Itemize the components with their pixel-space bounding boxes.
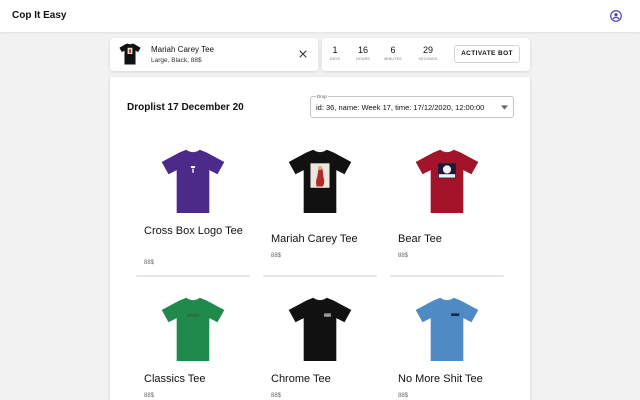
selected-item-card: Mariah Carey Tee Large, Black, 88$ xyxy=(110,38,318,71)
tshirt-image xyxy=(288,297,352,361)
app-title: Cop It Easy xyxy=(12,10,67,21)
account-circle-icon[interactable] xyxy=(610,10,622,22)
product-price: 88$ xyxy=(144,260,155,266)
product-price: 88$ xyxy=(144,393,155,399)
product-price: 88$ xyxy=(398,393,409,399)
product-price: 88$ xyxy=(398,253,409,259)
product-name: Bear Tee xyxy=(398,233,442,245)
droplist-title: Droplist 17 December 20 xyxy=(127,102,244,113)
countdown-label: Minutes xyxy=(384,57,402,61)
product-name: Mariah Carey Tee xyxy=(271,233,358,245)
countdown-label: Days xyxy=(329,57,341,61)
countdown-value: 29 xyxy=(422,45,433,55)
countdown-seconds: 29 Seconds xyxy=(416,45,440,61)
product-price: 88$ xyxy=(271,393,282,399)
drop-select-value: id: 36, name: Week 17, time: 17/12/2020,… xyxy=(316,103,485,112)
selected-item-thumbnail xyxy=(119,43,141,65)
chevron-down-icon xyxy=(501,105,508,110)
app-bar: Cop It Easy xyxy=(0,0,640,32)
countdown-hours: 16 Hours xyxy=(354,45,372,61)
countdown-label: Seconds xyxy=(418,57,438,61)
tshirt-image xyxy=(288,149,352,213)
close-icon[interactable] xyxy=(298,49,308,59)
product-price: 88$ xyxy=(271,253,282,259)
activate-bot-button[interactable]: ACTIVATE BOT xyxy=(454,45,520,63)
countdown-days: 1 Days xyxy=(328,45,342,61)
selected-item-details: Large, Black, 88$ xyxy=(151,57,202,64)
countdown-label: Hours xyxy=(356,57,370,61)
product-name: Cross Box Logo Tee xyxy=(144,225,243,237)
divider xyxy=(390,275,504,277)
product-name: No More Shit Tee xyxy=(398,373,483,385)
product-name: Chrome Tee xyxy=(271,373,331,385)
product-card[interactable]: Mariah Carey Tee 88$ xyxy=(263,145,377,279)
drop-select[interactable]: Drop id: 36, name: Week 17, time: 17/12/… xyxy=(310,94,514,118)
product-card[interactable]: Chrome Tee 88$ xyxy=(263,293,377,400)
countdown-card: 1 Days 16 Hours 6 Minutes 29 Seconds ACT… xyxy=(322,38,530,71)
product-card[interactable]: Bear Tee 88$ xyxy=(390,145,504,279)
tshirt-image xyxy=(161,297,225,361)
divider xyxy=(263,275,377,277)
tshirt-image xyxy=(415,149,479,213)
product-card[interactable]: Classics Tee 88$ xyxy=(136,293,250,400)
countdown-value: 1 xyxy=(332,45,338,55)
product-card[interactable]: Cross Box Logo Tee 88$ xyxy=(136,145,250,279)
product-name: Classics Tee xyxy=(144,373,206,385)
countdown-value: 16 xyxy=(357,45,368,55)
selected-item-name: Mariah Carey Tee xyxy=(151,45,214,54)
tshirt-image xyxy=(415,297,479,361)
divider xyxy=(136,275,250,277)
product-card[interactable]: No More Shit Tee 88$ xyxy=(390,293,504,400)
countdown-minutes: 6 Minutes xyxy=(382,45,404,61)
tshirt-image xyxy=(161,149,225,213)
droplist-card: Droplist 17 December 20 Drop id: 36, nam… xyxy=(110,77,530,400)
drop-select-label: Drop xyxy=(316,94,328,99)
countdown-value: 6 xyxy=(390,45,396,55)
